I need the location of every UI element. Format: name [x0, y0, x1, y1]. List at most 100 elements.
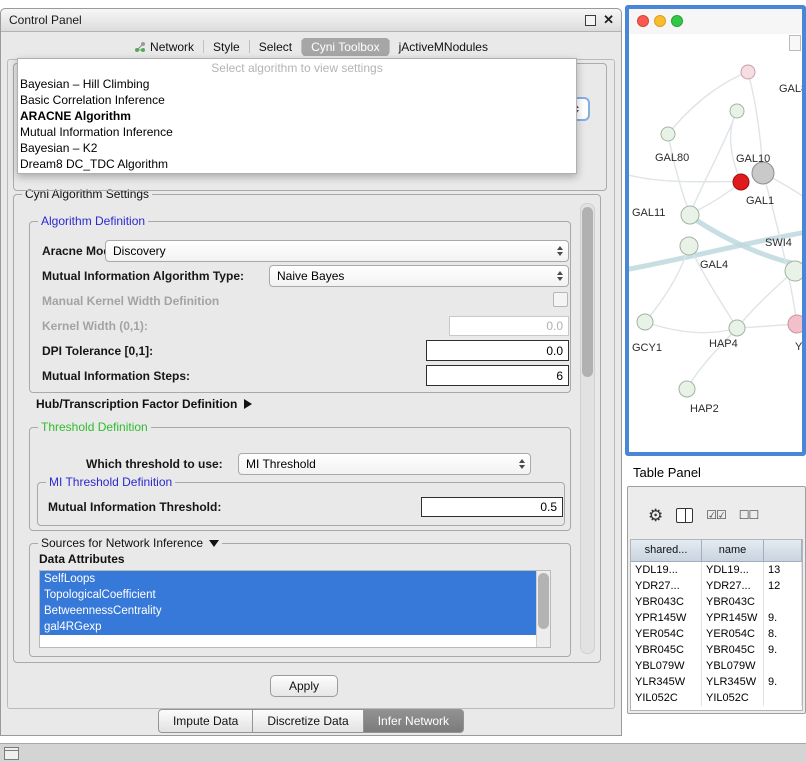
zoom-traffic-light[interactable]	[671, 15, 683, 27]
settings-scrollbar[interactable]	[580, 203, 595, 654]
dropdown-item-mutual-information[interactable]: Mutual Information Inference	[18, 124, 576, 140]
list-item-selfloops[interactable]: SelfLoops	[40, 571, 537, 587]
apply-button[interactable]: Apply	[270, 675, 338, 697]
table-row[interactable]: YPR145W YPR145W 9.	[631, 610, 802, 626]
dropdown-placeholder: Select algorithm to view settings	[18, 61, 576, 76]
threshold-definition-legend: Threshold Definition	[38, 420, 151, 434]
column-header-name[interactable]: name	[702, 540, 764, 561]
network-node[interactable]	[788, 315, 802, 333]
scrollbar-thumb[interactable]	[538, 573, 549, 629]
tab-style[interactable]: Style	[204, 38, 249, 56]
tab-select[interactable]: Select	[250, 38, 301, 56]
mi-steps-label: Mutual Information Steps:	[42, 368, 190, 384]
mi-threshold-input[interactable]: 0.5	[421, 497, 563, 517]
cell-extra: 12	[764, 578, 802, 594]
network-edge	[731, 111, 741, 182]
cell-name: YPR145W	[702, 610, 764, 626]
desktop: Control Panel ✕ Network Style Select Cyn…	[0, 0, 806, 762]
mi-steps-value: 6	[556, 369, 568, 383]
network-window-titlebar[interactable]	[629, 9, 802, 35]
table-row[interactable]: YBR045C YBR045C 9.	[631, 642, 802, 658]
table-row[interactable]: YIL052C YIL052C	[631, 690, 802, 706]
columns-icon[interactable]	[676, 508, 693, 523]
network-graph: GAL8 GAL80 GAL10 GAL1 GAL11 SWI4 GAL4 GC…	[629, 34, 802, 452]
table-row[interactable]: YDR27... YDR27... 12	[631, 578, 802, 594]
expand-right-icon	[244, 399, 252, 409]
cell-extra	[764, 658, 802, 674]
status-bar	[0, 743, 806, 762]
network-node-gal10[interactable]	[752, 162, 774, 184]
network-node-swi4[interactable]	[785, 261, 802, 281]
dpi-tolerance-input[interactable]: 0.0	[426, 340, 569, 361]
column-header-extra[interactable]	[764, 540, 802, 561]
network-node[interactable]	[741, 65, 755, 79]
hub-definition-label: Hub/Transcription Factor Definition	[36, 397, 237, 411]
table-row[interactable]: YBL079W YBL079W	[631, 658, 802, 674]
list-item-topologicalcoefficient[interactable]: TopologicalCoefficient	[40, 587, 537, 603]
mi-algorithm-type-select[interactable]: Naive Bayes	[269, 265, 569, 287]
table-row[interactable]: YLR345W YLR345W 9.	[631, 674, 802, 690]
network-canvas[interactable]: GAL8 GAL80 GAL10 GAL1 GAL11 SWI4 GAL4 GC…	[629, 34, 802, 452]
tab-jactivemnodules[interactable]: jActiveMNodules	[390, 38, 497, 56]
combo-stepper-icon	[519, 459, 525, 469]
bottom-tab-bar: Impute Data Discretize Data Infer Networ…	[1, 709, 621, 733]
minimize-traffic-light[interactable]	[654, 15, 666, 27]
attributes-list-scrollbar[interactable]	[536, 571, 550, 647]
tab-impute-data[interactable]: Impute Data	[158, 709, 252, 733]
mi-threshold-label: Mutual Information Threshold:	[48, 499, 221, 515]
network-node-gal4[interactable]	[680, 237, 698, 255]
network-node-gcy1[interactable]	[637, 314, 653, 330]
list-item-betweennesscentrality[interactable]: BetweennessCentrality	[40, 603, 537, 619]
manual-kernel-width-checkbox[interactable]	[553, 292, 568, 307]
scrollbar-thumb[interactable]	[582, 207, 593, 377]
dropdown-item-dream8[interactable]: Dream8 DC_TDC Algorithm	[18, 156, 576, 172]
mi-steps-input[interactable]: 6	[426, 365, 569, 386]
close-icon[interactable]: ✕	[603, 12, 614, 28]
table-row[interactable]: YDL19... YDL19... 13	[631, 562, 802, 578]
cell-extra: 9.	[764, 642, 802, 658]
table-row[interactable]: YBR043C YBR043C	[631, 594, 802, 610]
list-item-gal4rgexp[interactable]: gal4RGexp	[40, 619, 537, 635]
dropdown-item-basic-correlation[interactable]: Basic Correlation Inference	[18, 92, 576, 108]
tab-cyni-toolbox[interactable]: Cyni Toolbox	[302, 38, 388, 56]
deselect-all-icon[interactable]: ☐☐	[739, 509, 759, 521]
panel-dock-icon[interactable]	[4, 747, 19, 760]
aracne-mode-select[interactable]: Discovery	[105, 240, 569, 262]
gear-icon[interactable]: ⚙	[648, 507, 663, 524]
tab-label: Network	[150, 40, 194, 54]
network-node-hap4[interactable]	[729, 320, 745, 336]
network-node[interactable]	[730, 104, 744, 118]
tab-discretize-data[interactable]: Discretize Data	[252, 709, 362, 733]
cell-name: YBR043C	[702, 594, 764, 610]
dropdown-item-aracne[interactable]: ARACNE Algorithm	[18, 108, 576, 124]
select-all-icon[interactable]: ☑☑	[706, 509, 726, 521]
network-edge	[668, 134, 690, 214]
tab-network[interactable]: Network	[125, 38, 203, 56]
cell-shared-name: YLR345W	[631, 674, 702, 690]
dropdown-item-bayesian-hill-climbing[interactable]: Bayesian – Hill Climbing	[18, 76, 576, 92]
kernel-width-value: 0.0	[546, 319, 568, 333]
sources-legend[interactable]: Sources for Network Inference	[38, 536, 222, 550]
network-scrollbar[interactable]	[789, 35, 801, 51]
network-node-gal80[interactable]	[661, 127, 675, 141]
network-node-gal1-selected[interactable]	[733, 174, 749, 190]
which-threshold-value: MI Threshold	[239, 457, 519, 471]
table-row[interactable]: YER054C YER054C 8.	[631, 626, 802, 642]
hub-definition-toggle[interactable]: Hub/Transcription Factor Definition	[36, 397, 252, 411]
network-node-gal11[interactable]	[681, 206, 699, 224]
algorithm-dropdown-popup: Select algorithm to view settings Bayesi…	[17, 58, 577, 174]
mi-threshold-legend: MI Threshold Definition	[46, 475, 175, 489]
column-header-shared-name[interactable]: shared...	[631, 540, 702, 561]
node-label: HAP4	[709, 338, 738, 350]
network-node-hap2[interactable]	[679, 381, 695, 397]
node-label: HAP2	[690, 403, 719, 415]
combo-stepper-icon	[557, 271, 563, 281]
dropdown-item-bayesian-k2[interactable]: Bayesian – K2	[18, 140, 576, 156]
close-traffic-light[interactable]	[637, 15, 649, 27]
which-threshold-select[interactable]: MI Threshold	[238, 453, 531, 475]
dpi-tolerance-value: 0.0	[546, 344, 568, 358]
tab-infer-network[interactable]: Infer Network	[363, 709, 464, 733]
control-panel-titlebar[interactable]: Control Panel ✕	[1, 9, 621, 32]
kernel-width-input[interactable]: 0.0	[449, 316, 569, 336]
float-window-icon[interactable]	[585, 15, 596, 26]
